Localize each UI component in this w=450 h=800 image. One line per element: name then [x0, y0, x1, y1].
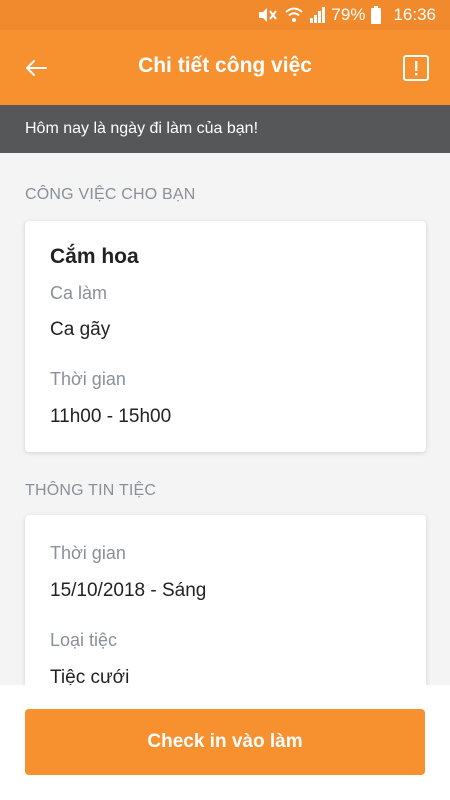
party-card: Thời gian 15/10/2018 - Sáng Loại tiệc Ti… — [25, 515, 426, 685]
battery-icon — [371, 6, 382, 24]
status-bar: 79% 16:36 — [0, 0, 450, 30]
notice-banner: Hôm nay là ngày đi làm của bạn! — [0, 105, 450, 153]
job-card: Cắm hoa Ca làm Ca gãy Thời gian 11h00 - … — [25, 221, 426, 452]
bottom-bar: Check in vào làm — [0, 685, 450, 800]
party-type-label: Loại tiệc — [50, 630, 118, 650]
clock: 16:36 — [393, 5, 436, 24]
party-time-label: Thời gian — [50, 543, 126, 563]
job-time-value: 11h00 - 15h00 — [50, 406, 172, 427]
battery-percent: 79% — [331, 5, 366, 24]
job-name: Cắm hoa — [50, 245, 139, 268]
page-title: Chi tiết công việc — [138, 54, 312, 77]
shift-label: Ca làm — [50, 283, 108, 303]
job-time-label: Thời gian — [50, 369, 126, 389]
content-scroll[interactable]: CÔNG VIỆC CHO BẠN Cắm hoa Ca làm Ca gãy … — [0, 153, 450, 685]
job-section-title: CÔNG VIỆC CHO BẠN — [25, 186, 196, 203]
party-section-title: THÔNG TIN TIỆC — [25, 482, 157, 499]
signal-icon — [309, 7, 326, 23]
shift-value: Ca gãy — [50, 319, 111, 340]
check-in-button[interactable]: Check in vào làm — [25, 709, 425, 775]
party-time-value: 15/10/2018 - Sáng — [50, 580, 207, 601]
alert-icon — [403, 55, 429, 81]
party-type-value: Tiệc cưới — [50, 667, 130, 685]
app-bar: Chi tiết công việc — [0, 30, 450, 105]
wifi-icon — [285, 7, 304, 23]
mute-icon — [257, 7, 279, 23]
report-button[interactable] — [398, 50, 434, 86]
